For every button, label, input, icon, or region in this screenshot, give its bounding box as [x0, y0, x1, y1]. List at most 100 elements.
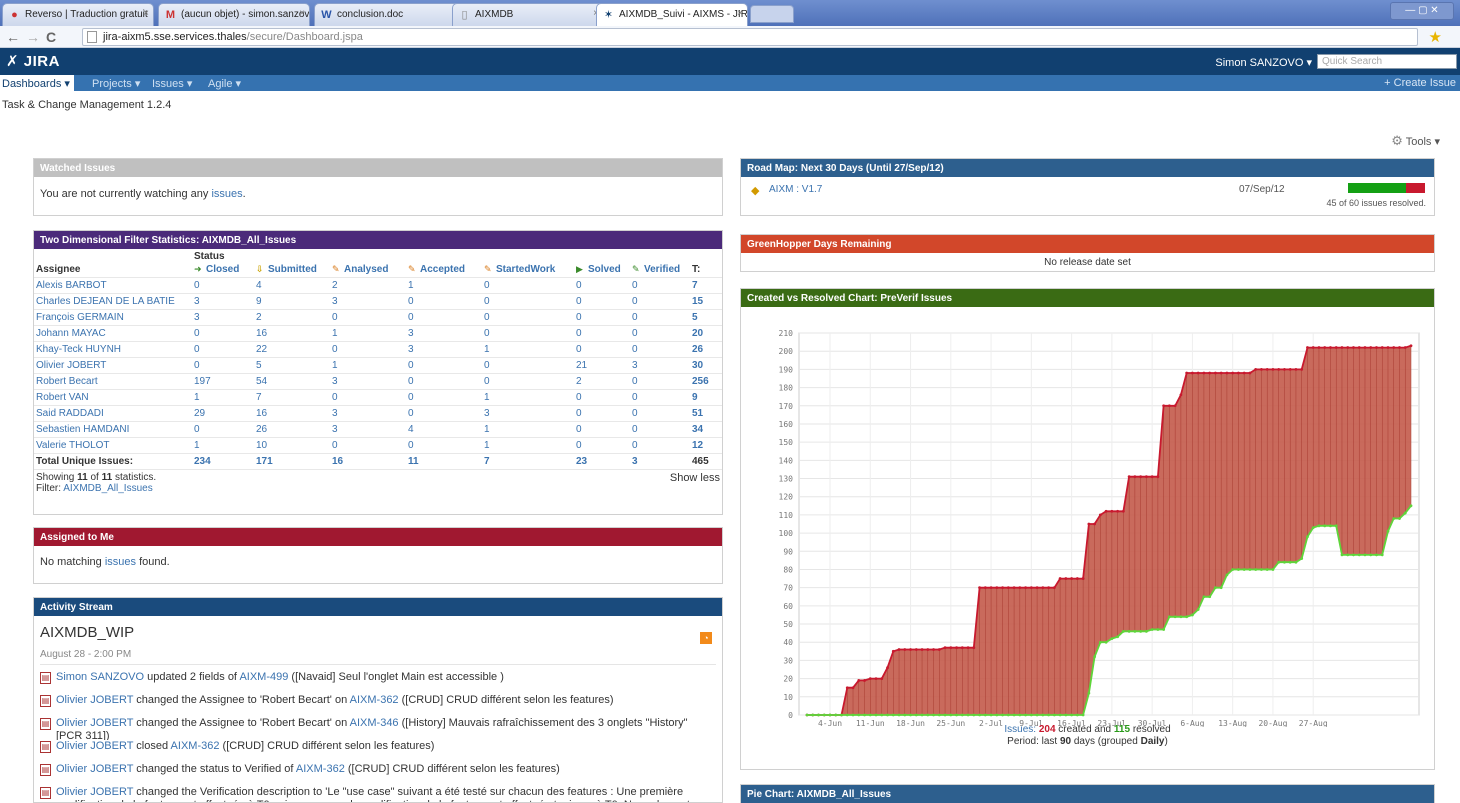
count-cell[interactable]: 4	[254, 277, 330, 294]
count-cell[interactable]: 16	[330, 453, 406, 470]
browser-tab-aixmdb[interactable]: ▯ AIXMDB ×	[452, 3, 604, 26]
user-menu[interactable]: Simon SANZOVO ▾	[1215, 56, 1312, 69]
row-total-cell[interactable]: 256	[690, 373, 722, 390]
row-total-cell[interactable]: 7	[690, 277, 722, 294]
activity-user-link[interactable]: Olivier JOBERT	[56, 763, 133, 775]
count-cell[interactable]: 0	[630, 341, 690, 358]
reload-icon[interactable]: C	[46, 29, 56, 45]
assignee-link[interactable]: Said RADDADI	[34, 405, 192, 422]
count-cell[interactable]: 0	[630, 309, 690, 326]
count-cell[interactable]: 0	[630, 325, 690, 342]
count-cell[interactable]: 0	[406, 293, 482, 310]
count-cell[interactable]: 4	[406, 421, 482, 438]
activity-issue-link[interactable]: AIXM-499	[239, 671, 288, 683]
count-cell[interactable]: 1	[482, 389, 574, 406]
count-cell[interactable]: 0	[192, 277, 254, 294]
activity-user-link[interactable]: Olivier JOBERT	[56, 694, 133, 706]
row-total-cell[interactable]: 465	[690, 453, 722, 470]
browser-tab-gmail[interactable]: M (aucun objet) - simon.sanzov ×	[158, 3, 310, 26]
menu-dashboards[interactable]: Dashboards ▾	[0, 75, 74, 91]
count-cell[interactable]: 2	[254, 309, 330, 326]
issues-link[interactable]: issues	[211, 188, 242, 200]
assignee-link[interactable]: Olivier JOBERT	[34, 357, 192, 374]
assignee-link[interactable]: Khay-Teck HUYNH	[34, 341, 192, 358]
count-cell[interactable]: 0	[330, 437, 406, 454]
count-cell[interactable]: 0	[330, 309, 406, 326]
count-cell[interactable]: 0	[630, 389, 690, 406]
count-cell[interactable]: 2	[574, 373, 630, 390]
count-cell[interactable]: 21	[574, 357, 630, 374]
row-total-cell[interactable]: 20	[690, 325, 722, 342]
count-cell[interactable]: 22	[254, 341, 330, 358]
menu-projects[interactable]: Projects ▾	[92, 77, 140, 90]
count-cell[interactable]: 0	[630, 293, 690, 310]
activity-issue-link[interactable]: AIXM-362	[171, 740, 220, 752]
row-total-cell[interactable]: 9	[690, 389, 722, 406]
col-submitted[interactable]: ⇩ Submitted	[254, 262, 330, 278]
assignee-link[interactable]: Sebastien HAMDANI	[34, 421, 192, 438]
assignee-link[interactable]: Robert Becart	[34, 373, 192, 390]
count-cell[interactable]: 0	[574, 437, 630, 454]
count-cell[interactable]: 0	[574, 325, 630, 342]
url-field[interactable]: jira-aixm5.sse.services.thales/secure/Da…	[82, 28, 1418, 46]
tools-menu[interactable]: ⚙ Tools ▾	[1391, 133, 1440, 149]
count-cell[interactable]: 0	[574, 309, 630, 326]
count-cell[interactable]: 3	[630, 357, 690, 374]
count-cell[interactable]: 26	[254, 421, 330, 438]
count-cell[interactable]: 0	[574, 277, 630, 294]
activity-user-link[interactable]: Olivier JOBERT	[56, 740, 133, 752]
row-total-cell[interactable]: 5	[690, 309, 722, 326]
col-analysed[interactable]: ✎ Analysed	[330, 262, 406, 278]
count-cell[interactable]: 0	[406, 437, 482, 454]
count-cell[interactable]: 1	[192, 389, 254, 406]
activity-issue-link[interactable]: AIXM-362	[350, 694, 399, 706]
browser-tab-jira[interactable]: ✶ AIXMDB_Suivi - AIXMS - JIRA ×	[596, 3, 748, 26]
close-tab-icon[interactable]: ×	[737, 8, 743, 19]
bookmark-star-icon[interactable]: ★	[1429, 28, 1442, 46]
count-cell[interactable]: 10	[254, 437, 330, 454]
count-cell[interactable]: 29	[192, 405, 254, 422]
filter-link[interactable]: AIXMDB_All_Issues	[63, 483, 152, 494]
activity-user-link[interactable]: Simon SANZOVO	[56, 671, 144, 683]
count-cell[interactable]: 0	[406, 373, 482, 390]
issues-link[interactable]: issues	[105, 556, 136, 568]
row-total-cell[interactable]: 26	[690, 341, 722, 358]
count-cell[interactable]: 9	[254, 293, 330, 310]
close-tab-icon[interactable]: ×	[143, 8, 149, 19]
count-cell[interactable]: 1	[330, 357, 406, 374]
count-cell[interactable]: 54	[254, 373, 330, 390]
count-cell[interactable]: 3	[482, 405, 574, 422]
count-cell[interactable]: 1	[192, 437, 254, 454]
count-cell[interactable]: 0	[482, 277, 574, 294]
menu-agile[interactable]: Agile ▾	[208, 77, 241, 90]
col-verified[interactable]: ✎ Verified	[630, 262, 690, 278]
assignee-link[interactable]: Charles DEJEAN DE LA BATIE	[34, 293, 192, 310]
count-cell[interactable]: 23	[574, 453, 630, 470]
count-cell[interactable]: 0	[406, 389, 482, 406]
count-cell[interactable]: 0	[630, 373, 690, 390]
close-tab-icon[interactable]: ×	[299, 8, 305, 19]
count-cell[interactable]: 3	[192, 309, 254, 326]
count-cell[interactable]: 0	[630, 421, 690, 438]
count-cell[interactable]: 3	[330, 405, 406, 422]
count-cell[interactable]: 1	[482, 437, 574, 454]
row-total-cell[interactable]: 34	[690, 421, 722, 438]
count-cell[interactable]: 0	[330, 389, 406, 406]
count-cell[interactable]: 0	[482, 373, 574, 390]
count-cell[interactable]: 0	[630, 405, 690, 422]
assignee-link[interactable]: Robert VAN	[34, 389, 192, 406]
count-cell[interactable]: 11	[406, 453, 482, 470]
browser-tab-word[interactable]: W conclusion.doc ×	[314, 3, 466, 26]
count-cell[interactable]: 0	[192, 357, 254, 374]
activity-user-link[interactable]: Olivier JOBERT	[56, 717, 133, 729]
count-cell[interactable]: 0	[574, 405, 630, 422]
activity-issue-link[interactable]: AIXM-346	[350, 717, 399, 729]
count-cell[interactable]: 197	[192, 373, 254, 390]
assignee-link[interactable]: Johann MAYAC	[34, 325, 192, 342]
count-cell[interactable]: 7	[482, 453, 574, 470]
assignee-link[interactable]: Alexis BARBOT	[34, 277, 192, 294]
count-cell[interactable]: 234	[192, 453, 254, 470]
count-cell[interactable]: 0	[630, 277, 690, 294]
create-issue-button[interactable]: + Create Issue	[1384, 77, 1456, 89]
count-cell[interactable]: 2	[330, 277, 406, 294]
